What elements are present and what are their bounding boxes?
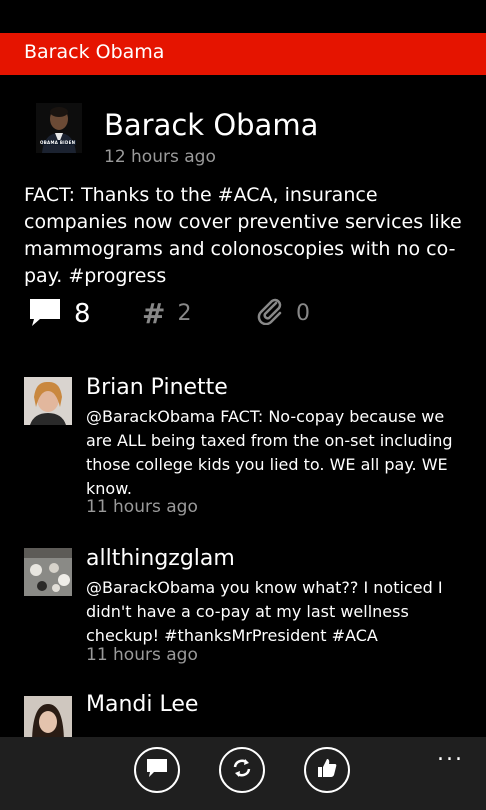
retweet-icon — [230, 756, 254, 784]
like-button[interactable] — [304, 747, 350, 793]
reply-author[interactable]: allthingzglam — [86, 546, 235, 571]
comment-icon — [28, 297, 62, 331]
paperclip-icon — [256, 297, 284, 329]
reply-timestamp: 11 hours ago — [86, 497, 198, 517]
like-icon — [315, 756, 339, 784]
reply-timestamp: 11 hours ago — [86, 645, 198, 665]
hashtags-count: 2 — [177, 301, 192, 326]
replies-stat[interactable]: 8 — [28, 297, 91, 331]
hashtags-stat[interactable]: # 2 — [142, 297, 191, 330]
hashtag-icon: # — [142, 297, 166, 330]
reply-author[interactable]: Brian Pinette — [86, 375, 228, 400]
author-name[interactable]: Barack Obama — [104, 108, 318, 142]
reply-author[interactable]: Mandi Lee — [86, 692, 198, 717]
more-options-button[interactable]: ... — [437, 741, 464, 766]
tweet-text: FACT: Thanks to the #ACA, insurance comp… — [24, 184, 462, 287]
tweet-timestamp: 12 hours ago — [104, 147, 216, 167]
reply-avatar[interactable] — [24, 696, 72, 737]
reply-text: @BarackObama FACT: No-copay because we a… — [86, 407, 453, 498]
replies-count: 8 — [74, 299, 91, 329]
author-avatar[interactable]: OBAMA BIDEN — [36, 103, 82, 153]
page-title: Barack Obama — [24, 41, 165, 63]
reply-item[interactable]: Mandi Lee — [24, 692, 464, 737]
reply-item[interactable]: allthingzglam @BarackObama you know what… — [24, 546, 464, 676]
app-bar: ... — [0, 737, 486, 810]
retweet-button[interactable] — [219, 747, 265, 793]
reply-icon — [145, 757, 169, 783]
reply-avatar[interactable] — [24, 548, 72, 596]
avatar-caption: OBAMA BIDEN — [40, 140, 76, 145]
attachments-count: 0 — [296, 300, 310, 326]
title-bar: Barack Obama — [0, 33, 486, 75]
reply-item[interactable]: Brian Pinette @BarackObama FACT: No-copa… — [24, 375, 464, 525]
attachments-stat[interactable]: 0 — [256, 297, 310, 329]
reply-button[interactable] — [134, 747, 180, 793]
reply-avatar[interactable] — [24, 377, 72, 425]
reply-text: @BarackObama you know what?? I noticed I… — [86, 578, 443, 645]
